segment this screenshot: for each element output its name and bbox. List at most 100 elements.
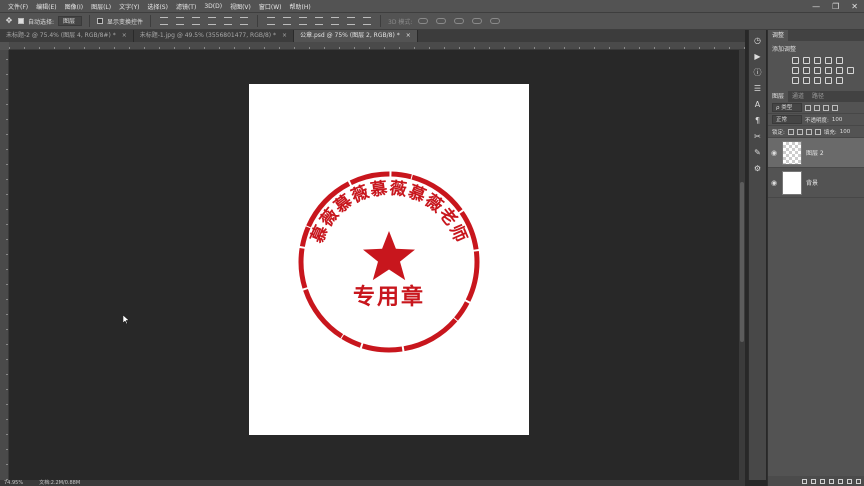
restore-button[interactable]: ❐ <box>832 2 839 11</box>
align-left-icon[interactable] <box>208 17 217 25</box>
slide-3d-icon[interactable] <box>472 18 483 24</box>
paragraph-icon[interactable]: ¶ <box>753 116 763 126</box>
tab-untitled-1[interactable]: 未标题-1.jpg @ 49.5% (3556801477, RGB/8) * … <box>133 30 295 42</box>
visibility-eye-icon[interactable]: ◉ <box>768 149 780 157</box>
properties-icon[interactable]: ⚙ <box>753 164 763 174</box>
new-group-icon[interactable] <box>838 478 843 484</box>
auto-select-target-dropdown[interactable]: 图层 <box>58 16 83 26</box>
move-tool-icon[interactable]: ✥ <box>4 16 14 26</box>
vibrance-icon[interactable] <box>836 57 843 64</box>
menu-select[interactable]: 选择(S) <box>143 2 172 11</box>
zoom-level[interactable]: 74.95% <box>4 480 23 486</box>
opacity-value[interactable]: 100 <box>832 117 843 123</box>
exposure-icon[interactable] <box>825 57 832 64</box>
photo-filter-icon[interactable] <box>825 67 832 74</box>
brush-icon[interactable]: ✎ <box>753 148 763 158</box>
menu-type[interactable]: 文字(Y) <box>115 2 143 11</box>
menu-edit[interactable]: 编辑(E) <box>32 2 60 11</box>
layer-mask-icon[interactable] <box>820 478 825 484</box>
tab-channels[interactable]: 通道 <box>788 91 808 102</box>
actions-icon[interactable]: ▶ <box>753 52 763 62</box>
color-balance-icon[interactable] <box>803 67 810 74</box>
show-transform-checkbox[interactable] <box>97 18 104 24</box>
curves-icon[interactable] <box>814 57 821 64</box>
filter-adjust-icon[interactable] <box>814 104 820 111</box>
menu-window[interactable]: 窗口(W) <box>255 2 286 11</box>
character-icon[interactable]: A <box>753 100 763 110</box>
delete-layer-icon[interactable] <box>856 478 861 484</box>
distribute-vcenter-icon[interactable] <box>283 17 292 25</box>
fill-value[interactable]: 100 <box>840 129 851 135</box>
document-canvas[interactable]: 慕薇慕薇慕薇慕薇老师 专用章 <box>249 84 529 435</box>
right-panels: 调整 添加调整 图层 通道 路径 ρ 类型 正常 不透明度: 100 锁定: 填… <box>767 30 864 486</box>
menu-help[interactable]: 帮助(H) <box>286 2 315 11</box>
align-vcenter-icon[interactable] <box>176 17 185 25</box>
filter-pixel-icon[interactable] <box>805 104 811 111</box>
libraries-icon[interactable]: ☰ <box>753 84 763 94</box>
tab-close-icon[interactable]: × <box>406 30 411 42</box>
align-right-icon[interactable] <box>240 17 249 25</box>
scale-3d-icon[interactable] <box>490 18 501 24</box>
close-button[interactable]: ✕ <box>851 2 858 11</box>
orbit-3d-icon[interactable] <box>418 18 429 24</box>
threshold-icon[interactable] <box>814 77 821 84</box>
align-top-icon[interactable] <box>160 17 169 25</box>
selective-color-icon[interactable] <box>836 77 843 84</box>
black-white-icon[interactable] <box>814 67 821 74</box>
posterize-icon[interactable] <box>803 77 810 84</box>
distribute-top-icon[interactable] <box>267 17 276 25</box>
filter-shape-icon[interactable] <box>832 104 838 111</box>
distribute-hcenter-icon[interactable] <box>331 17 340 25</box>
blend-mode-dropdown[interactable]: 正常 <box>772 115 802 124</box>
auto-align-icon[interactable] <box>363 17 372 25</box>
link-layers-icon[interactable] <box>802 478 807 484</box>
tools-presets-icon[interactable]: ✂ <box>753 132 763 142</box>
tab-close-icon[interactable]: × <box>282 30 287 42</box>
menu-view[interactable]: 视图(V) <box>226 2 255 11</box>
brightness-icon[interactable] <box>792 57 799 64</box>
layer-kind-filter[interactable]: ρ 类型 <box>772 103 802 112</box>
distribute-bottom-icon[interactable] <box>299 17 308 25</box>
divider <box>150 15 152 27</box>
tab-layers[interactable]: 图层 <box>768 91 789 102</box>
menu-3d[interactable]: 3D(D) <box>200 3 226 10</box>
lock-transparent-icon[interactable] <box>787 128 794 135</box>
pan-3d-icon[interactable] <box>454 18 465 24</box>
gradient-map-icon[interactable] <box>825 77 832 84</box>
invert-icon[interactable] <box>792 77 799 84</box>
color-lookup-icon[interactable] <box>847 67 854 74</box>
channel-mixer-icon[interactable] <box>836 67 843 74</box>
tab-adjustments[interactable]: 调整 <box>768 30 789 41</box>
tab-untitled-2[interactable]: 未标题-2 @ 75.4% (图层 4, RGB/8#) * × <box>0 30 134 42</box>
menu-image[interactable]: 图像(I) <box>61 2 87 11</box>
history-icon[interactable]: ◷ <box>753 36 763 46</box>
tab-close-icon[interactable]: × <box>122 30 127 42</box>
new-layer-icon[interactable] <box>847 478 852 484</box>
options-bar: ✥ 自动选择: 图层 显示变换控件 3D 模式: <box>0 12 864 30</box>
roll-3d-icon[interactable] <box>436 18 447 24</box>
visibility-eye-icon[interactable]: ◉ <box>768 179 780 187</box>
distribute-left-icon[interactable] <box>315 17 324 25</box>
tab-seal-psd[interactable]: 公章.psd @ 75% (图层 2, RGB/8) * × <box>294 30 418 42</box>
auto-select-checkbox[interactable] <box>18 18 24 24</box>
menu-filter[interactable]: 滤镜(T) <box>172 2 200 11</box>
filter-type-icon[interactable] <box>823 104 829 111</box>
lock-all-icon[interactable] <box>814 128 821 135</box>
menu-layer[interactable]: 图层(L) <box>87 2 115 11</box>
tab-paths[interactable]: 路径 <box>808 91 828 102</box>
scrollbar-thumb[interactable] <box>740 182 744 342</box>
layer-row[interactable]: ◉ 背景 <box>768 168 864 198</box>
menu-file[interactable]: 文件(F) <box>4 2 32 11</box>
align-hcenter-icon[interactable] <box>224 17 233 25</box>
layer-row[interactable]: ◉ 图层 2 <box>768 138 864 168</box>
distribute-right-icon[interactable] <box>347 17 356 25</box>
align-bottom-icon[interactable] <box>192 17 201 25</box>
levels-icon[interactable] <box>803 57 810 64</box>
hue-saturation-icon[interactable] <box>792 67 799 74</box>
lock-position-icon[interactable] <box>805 128 812 135</box>
layer-style-icon[interactable] <box>811 478 816 484</box>
minimize-button[interactable]: — <box>812 2 820 11</box>
lock-image-icon[interactable] <box>796 128 803 135</box>
info-icon[interactable]: ⓘ <box>753 68 763 78</box>
new-adjustment-icon[interactable] <box>829 478 834 484</box>
